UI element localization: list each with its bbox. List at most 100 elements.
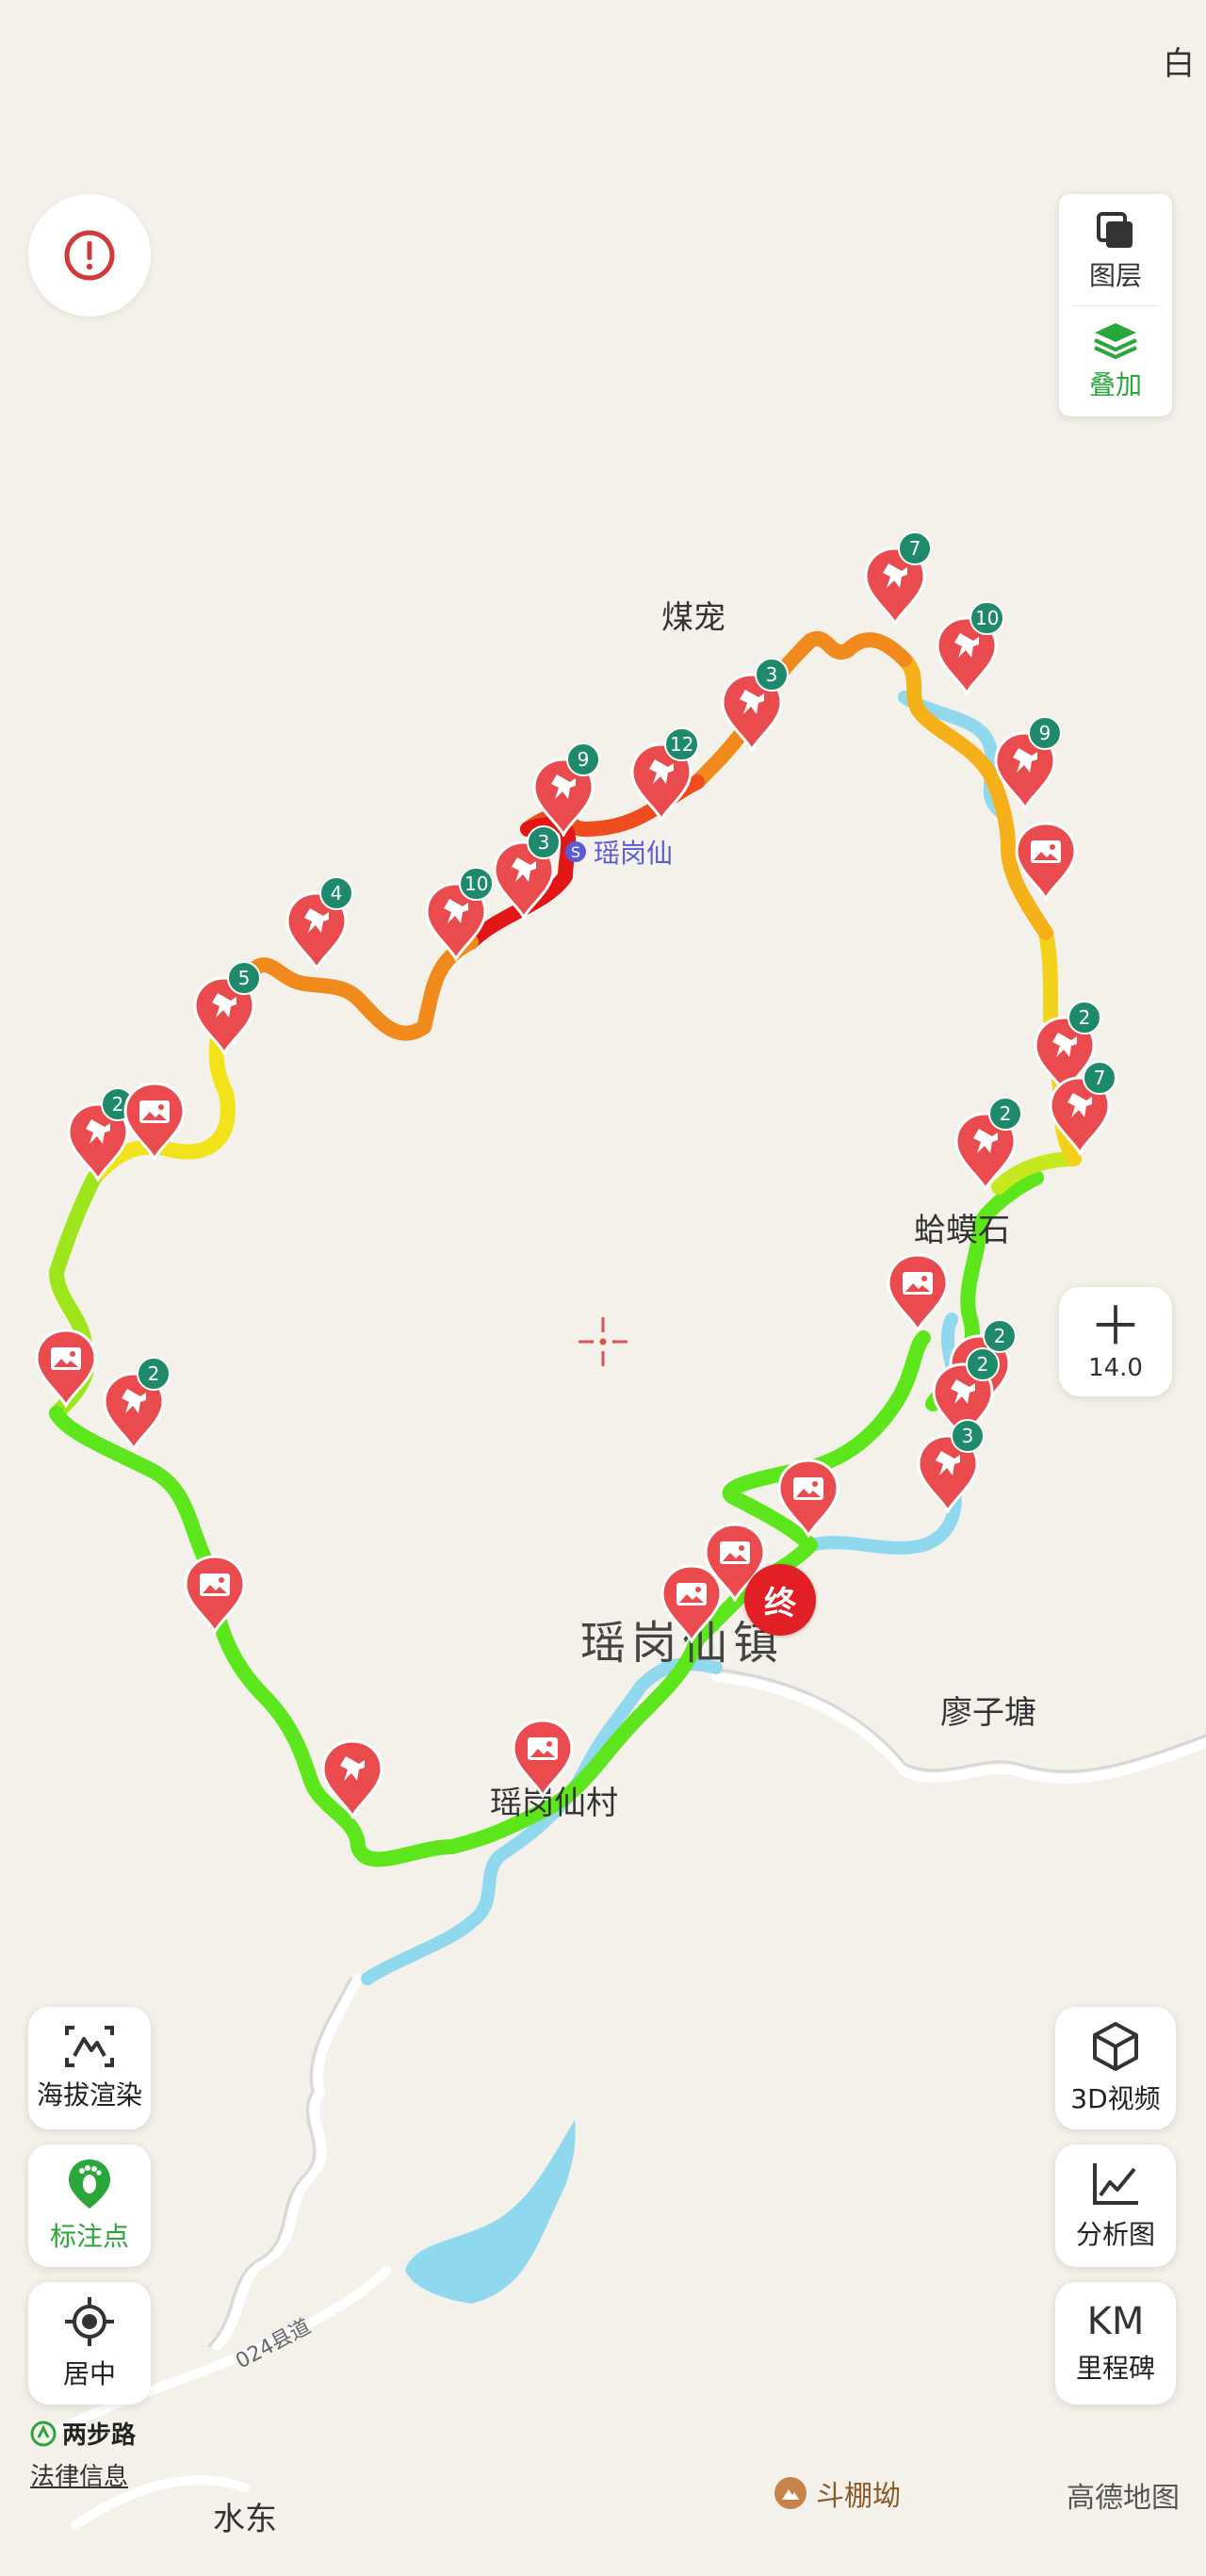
alert-button[interactable] bbox=[28, 194, 151, 317]
pin-count-badge: 2 bbox=[966, 1347, 1000, 1381]
pin-count-badge: 9 bbox=[1028, 716, 1062, 750]
map-attribution: 高德地图 bbox=[1067, 2482, 1180, 2515]
center-crosshair bbox=[579, 1317, 627, 1366]
markers-button[interactable]: 标注点 bbox=[28, 2144, 151, 2267]
pin-count-badge: 4 bbox=[319, 876, 353, 910]
road-network bbox=[52, 1672, 1206, 2530]
alert-icon bbox=[64, 230, 115, 281]
pin-count-badge: 12 bbox=[664, 727, 700, 761]
footprint-pin-icon bbox=[69, 2160, 110, 2209]
waypoint-pin[interactable]: 4 bbox=[284, 876, 353, 972]
zoom-control[interactable]: ＋ 14.0 bbox=[1059, 1287, 1172, 1396]
waypoint-pin[interactable]: 7 bbox=[1047, 1061, 1116, 1157]
photo-pin[interactable] bbox=[33, 1329, 99, 1410]
waypoint-pin[interactable]: 2 bbox=[953, 1097, 1022, 1193]
end-marker[interactable]: 终 bbox=[744, 1564, 816, 1636]
poi-label: 斗棚坳 bbox=[816, 2480, 901, 2513]
pin-count-badge: 2 bbox=[1067, 1001, 1101, 1035]
map-label-hamashi: 蛤蟆石 bbox=[914, 1212, 1010, 1249]
elevation-render-button[interactable]: 海拔渲染 bbox=[28, 2007, 151, 2129]
photo-pin[interactable] bbox=[775, 1459, 841, 1540]
map-label-yaogangxian-text: 瑶岗仙 bbox=[594, 838, 674, 869]
pin-count-badge: 7 bbox=[898, 531, 932, 565]
pin-count-badge: 2 bbox=[137, 1357, 171, 1391]
analysis-button[interactable]: 分析图 bbox=[1055, 2144, 1176, 2267]
map-label-liaozitang: 廖子塘 bbox=[940, 1694, 1036, 1732]
reservoir bbox=[405, 2120, 576, 2304]
map-canvas[interactable] bbox=[0, 0, 1206, 2576]
photo-pin[interactable] bbox=[122, 1082, 187, 1163]
brand-name: 两步路 bbox=[62, 2421, 137, 2450]
layers-label: 图层 bbox=[1088, 260, 1142, 291]
pin-count-badge: 9 bbox=[566, 742, 600, 776]
waypoint-pin[interactable]: 10 bbox=[423, 867, 495, 963]
overlay-label: 叠加 bbox=[1088, 369, 1142, 400]
video-3d-label: 3D视频 bbox=[1070, 2083, 1161, 2114]
photo-marker-icon bbox=[777, 1459, 839, 1540]
zoom-level: 14.0 bbox=[1088, 1354, 1143, 1382]
pin-count-badge: 5 bbox=[227, 961, 261, 995]
pin-count-badge: 10 bbox=[459, 867, 495, 901]
pin-count-badge: 7 bbox=[1083, 1061, 1116, 1095]
waypoint-pin[interactable]: 5 bbox=[191, 961, 261, 1057]
photo-marker-icon bbox=[512, 1719, 574, 1800]
video-3d-button[interactable]: 3D视频 bbox=[1055, 2007, 1176, 2129]
locate-icon bbox=[65, 2297, 114, 2346]
layers-panel: 图层 叠加 bbox=[1059, 194, 1172, 416]
photo-marker-icon bbox=[184, 1555, 246, 1636]
photo-marker-icon bbox=[887, 1253, 949, 1334]
photo-marker-icon bbox=[35, 1329, 97, 1410]
waypoint-pin[interactable]: 9 bbox=[992, 716, 1062, 812]
overlay-button[interactable]: 叠加 bbox=[1059, 307, 1172, 415]
overlay-stack-icon bbox=[1094, 323, 1137, 360]
cube-icon bbox=[1093, 2022, 1138, 2071]
brand-logo: 两步路 bbox=[30, 2416, 136, 2451]
photo-marker-icon bbox=[123, 1082, 186, 1163]
pin-count-badge: 3 bbox=[951, 1419, 985, 1453]
elevation-icon bbox=[65, 2026, 114, 2067]
waypoint-pin[interactable]: 7 bbox=[862, 531, 932, 628]
pin-count-badge: 3 bbox=[755, 658, 789, 692]
photo-marker-icon bbox=[1015, 822, 1077, 903]
photo-pin[interactable] bbox=[182, 1555, 248, 1636]
zoom-in-icon: ＋ bbox=[1089, 1296, 1142, 1358]
map-screen: 白 煤宠 S 瑶岗仙 蛤蟆石 瑶岗仙镇 廖子塘 瑶岗仙村 水东 024县道 71… bbox=[0, 0, 1206, 2576]
pin-count-badge: 10 bbox=[970, 601, 1005, 635]
map-label-partial: 白 bbox=[1163, 45, 1195, 83]
photo-pin[interactable] bbox=[1013, 822, 1079, 903]
km-icon: KM bbox=[1086, 2300, 1145, 2343]
brand-icon bbox=[30, 2421, 57, 2446]
map-label-shuidong: 水东 bbox=[213, 2501, 277, 2538]
elevation-render-label: 海拔渲染 bbox=[36, 2079, 142, 2111]
photo-marker-icon bbox=[660, 1564, 723, 1645]
waypoint-pin[interactable]: 12 bbox=[628, 727, 700, 823]
layers-button[interactable]: 图层 bbox=[1059, 198, 1172, 305]
pin-count-badge: 3 bbox=[527, 825, 561, 859]
mountain-icon bbox=[774, 2477, 807, 2509]
map-label-yaogangxian: S 瑶岗仙 bbox=[565, 833, 673, 871]
milestone-button[interactable]: KM 里程碑 bbox=[1055, 2282, 1176, 2405]
waypoint-pin[interactable]: 3 bbox=[719, 658, 789, 754]
waypoint-pin[interactable]: 3 bbox=[915, 1419, 985, 1515]
center-label: 居中 bbox=[62, 2358, 116, 2389]
pin-marker-icon bbox=[321, 1739, 383, 1820]
pin-count-badge: 2 bbox=[988, 1097, 1022, 1131]
waypoint-pin[interactable]: 10 bbox=[934, 601, 1005, 697]
photo-pin[interactable] bbox=[885, 1253, 951, 1334]
milestone-label: 里程碑 bbox=[1075, 2353, 1155, 2384]
layers-divider bbox=[1072, 305, 1159, 306]
markers-label: 标注点 bbox=[49, 2221, 129, 2252]
poi-doupengao[interactable]: 斗棚坳 bbox=[774, 2472, 901, 2514]
chart-icon bbox=[1093, 2163, 1138, 2205]
waypoint-pin[interactable]: 2 bbox=[101, 1357, 171, 1453]
analysis-label: 分析图 bbox=[1075, 2219, 1155, 2250]
place-marker-icon: S bbox=[565, 841, 586, 862]
waypoint-pin[interactable]: 3 bbox=[491, 825, 561, 921]
waypoint-pin[interactable] bbox=[319, 1739, 385, 1820]
legal-info-link[interactable]: 法律信息 bbox=[30, 2457, 128, 2492]
photo-pin[interactable] bbox=[659, 1564, 725, 1645]
center-button[interactable]: 居中 bbox=[28, 2282, 151, 2405]
map-label-meichong: 煤宠 bbox=[661, 599, 725, 637]
photo-pin[interactable] bbox=[510, 1719, 576, 1800]
layers-icon bbox=[1097, 212, 1133, 248]
